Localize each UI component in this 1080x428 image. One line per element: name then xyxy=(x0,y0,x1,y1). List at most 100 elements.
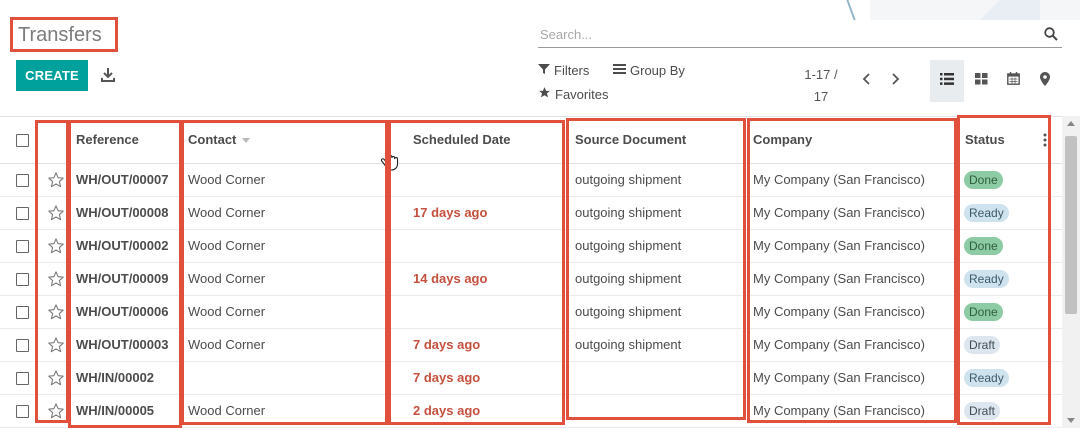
scheduled-date-cell: 14 days ago xyxy=(389,262,569,296)
pager-total: 17 xyxy=(813,89,829,104)
row-select-cell xyxy=(0,328,38,362)
row-checkbox[interactable] xyxy=(16,339,29,353)
map-view-button[interactable] xyxy=(1028,60,1062,102)
row-checkbox[interactable] xyxy=(16,207,29,221)
table-row[interactable]: WH/OUT/00006 Wood Corner outgoing shipment… xyxy=(0,295,1062,329)
row-favorite-cell xyxy=(38,163,70,197)
column-header-source-document[interactable]: Source Document xyxy=(569,117,747,164)
star-outline-icon[interactable] xyxy=(47,171,65,187)
row-checkbox[interactable] xyxy=(16,306,29,320)
star-outline-icon[interactable] xyxy=(47,336,65,352)
status-badge: Ready xyxy=(964,269,1009,288)
status-cell: Ready xyxy=(957,262,1062,296)
row-checkbox[interactable] xyxy=(16,240,29,254)
table-row[interactable]: WH/IN/00005 Wood Corner 2 days ago My Compa… xyxy=(0,394,1062,428)
scheduled-date-cell xyxy=(389,295,569,329)
contact-cell: Wood Corner xyxy=(182,295,389,329)
pager-range: 1-17 / xyxy=(804,67,838,82)
status-cell: Ready xyxy=(957,196,1062,230)
create-button[interactable]: CREATE xyxy=(16,60,88,91)
status-cell: Ready xyxy=(957,361,1062,395)
star-outline-icon[interactable] xyxy=(47,237,65,253)
source-document-cell: outgoing shipment xyxy=(569,328,747,362)
company-cell: My Company (San Francisco) xyxy=(747,328,957,362)
scheduled-date-cell: 17 days ago xyxy=(389,196,569,230)
filter-icon xyxy=(538,63,550,78)
column-header-reference[interactable]: Reference xyxy=(70,117,182,164)
company-cell: My Company (San Francisco) xyxy=(747,163,957,197)
optional-columns-icon[interactable] xyxy=(1043,133,1047,147)
table-row[interactable]: WH/IN/00002 7 days ago My Company (San Fra… xyxy=(0,361,1062,395)
pager-next-icon[interactable] xyxy=(888,72,902,86)
table-header-row: Reference Contact Scheduled Date Source … xyxy=(0,117,1062,164)
select-all-checkbox[interactable] xyxy=(16,134,29,148)
star-outline-icon[interactable] xyxy=(47,369,65,385)
row-favorite-cell xyxy=(38,229,70,263)
company-cell: My Company (San Francisco) xyxy=(747,295,957,329)
column-header-company[interactable]: Company xyxy=(747,117,957,164)
row-checkbox[interactable] xyxy=(16,174,29,188)
table-row[interactable]: WH/OUT/00002 Wood Corner outgoing shipment… xyxy=(0,229,1062,263)
status-cell: Draft xyxy=(957,328,1062,362)
star-outline-icon[interactable] xyxy=(47,402,65,418)
calendar-view-button[interactable] xyxy=(996,60,1030,102)
search-input[interactable] xyxy=(538,22,1018,46)
kanban-view-button[interactable] xyxy=(964,60,998,102)
group-by-button[interactable]: Group By xyxy=(613,63,685,78)
row-favorite-cell xyxy=(38,328,70,362)
scrollbar-thumb[interactable] xyxy=(1065,136,1077,314)
calendar-icon xyxy=(1006,72,1020,90)
status-cell: Done xyxy=(957,163,1062,197)
star-outline-icon[interactable] xyxy=(47,303,65,319)
decorative-corner xyxy=(820,0,1080,20)
scheduled-date-cell: 7 days ago xyxy=(389,328,569,362)
table-row[interactable]: WH/OUT/00007 Wood Corner outgoing shipment… xyxy=(0,163,1062,197)
reference-cell: WH/OUT/00009 xyxy=(70,262,182,296)
table-row[interactable]: WH/OUT/00003 Wood Corner 7 days ago outgoin… xyxy=(0,328,1062,362)
row-favorite-cell xyxy=(38,394,70,428)
contact-cell: Wood Corner xyxy=(182,229,389,263)
download-icon[interactable] xyxy=(100,66,116,84)
scroll-down-arrow-icon[interactable] xyxy=(1067,418,1075,423)
contact-cell: Wood Corner xyxy=(182,328,389,362)
row-favorite-cell xyxy=(38,361,70,395)
pager-previous-icon[interactable] xyxy=(860,72,874,86)
status-badge: Done xyxy=(964,302,1003,321)
source-document-cell: outgoing shipment xyxy=(569,163,747,197)
list-view-button[interactable] xyxy=(930,60,964,102)
contact-cell: Wood Corner xyxy=(182,262,389,296)
favorites-button[interactable]: Favorites xyxy=(538,86,608,102)
table-row[interactable]: WH/OUT/00009 Wood Corner 14 days ago outgoi… xyxy=(0,262,1062,296)
row-checkbox[interactable] xyxy=(16,273,29,287)
row-favorite-cell xyxy=(38,262,70,296)
status-badge: Draft xyxy=(964,401,1001,420)
company-cell: My Company (San Francisco) xyxy=(747,361,957,395)
row-checkbox[interactable] xyxy=(16,405,29,419)
scheduled-date-cell: 2 days ago xyxy=(389,394,569,428)
search-icon[interactable] xyxy=(1044,27,1058,41)
vertical-scrollbar[interactable] xyxy=(1062,116,1080,428)
filters-button[interactable]: Filters xyxy=(538,63,589,78)
scheduled-date-cell xyxy=(389,163,569,197)
contact-cell: Wood Corner xyxy=(182,394,389,428)
column-header-scheduled-date[interactable]: Scheduled Date xyxy=(389,117,569,164)
star-icon xyxy=(538,86,551,102)
search-bar xyxy=(538,22,1062,48)
star-outline-icon[interactable] xyxy=(47,270,65,286)
status-badge: Ready xyxy=(964,368,1009,387)
kanban-icon xyxy=(974,72,988,90)
pager-value[interactable]: 1-17 / 17 xyxy=(800,64,842,108)
source-document-cell: outgoing shipment xyxy=(569,262,747,296)
source-document-cell: outgoing shipment xyxy=(569,196,747,230)
transfers-list: Reference Contact Scheduled Date Source … xyxy=(0,116,1062,428)
row-select-cell xyxy=(0,361,38,395)
company-cell: My Company (San Francisco) xyxy=(747,262,957,296)
status-badge: Done xyxy=(964,236,1003,255)
row-select-cell xyxy=(0,163,38,197)
column-header-contact[interactable]: Contact xyxy=(182,117,389,164)
star-outline-icon[interactable] xyxy=(47,204,65,220)
scroll-up-arrow-icon[interactable] xyxy=(1067,121,1075,126)
table-row[interactable]: WH/OUT/00008 Wood Corner 17 days ago outgoi… xyxy=(0,196,1062,230)
row-checkbox[interactable] xyxy=(16,372,29,386)
row-favorite-cell xyxy=(38,196,70,230)
